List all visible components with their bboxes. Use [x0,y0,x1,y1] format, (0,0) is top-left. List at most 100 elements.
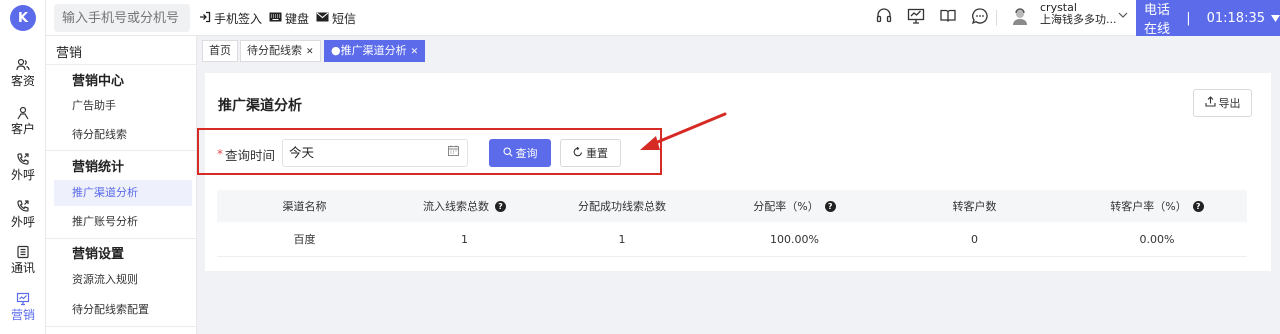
filter-form: * 查询时间 今天 查询 重置 [205,129,1271,177]
sidebar-group-center: 营销中心 [72,74,125,89]
monitor-chart-icon[interactable] [906,7,926,29]
col-assign-rate: 分配率（%）? [707,190,882,222]
headset-icon[interactable] [874,7,894,29]
caret-down-icon [1271,11,1280,26]
rail-item-label: 客资 [10,74,35,88]
tab-pending-leads[interactable]: 待分配线索 ✕ [240,40,321,62]
status-separator: | [1186,10,1191,26]
cell-assign-rate: 100.00% [770,232,819,246]
search-icon [502,146,513,160]
cell-inflow-total: 1 [461,232,468,246]
phone-out-icon [0,152,46,168]
reset-label: 重置 [586,147,608,160]
sidebar-item-lead-config[interactable]: 待分配线索配置 [54,297,192,323]
search-input[interactable] [54,4,190,32]
refresh-icon [573,146,583,160]
person-icon [0,106,46,122]
phone-out-icon [0,199,46,215]
rail-item-outbound-2[interactable]: 外呼 [0,199,46,230]
col-inflow-total: 流入线索总数? [392,190,537,222]
tab-bar: 首页 待分配线索 ✕ ●推广渠道分析 ✕ [197,36,1280,66]
keyboard-button[interactable]: 键盘 [269,10,309,27]
query-time-label: 查询时间 [225,148,276,163]
marketing-icon [0,292,46,308]
cell-convert-rate: 0.00% [1139,232,1175,246]
page-title: 推广渠道分析 [218,98,302,114]
help-icon[interactable]: ? [495,200,506,212]
table-row[interactable]: 百度 1 1 100.00% 0 0.00% [217,222,1247,257]
calendar-icon[interactable] [448,140,459,166]
sidebar-item-inflow-rules[interactable]: 资源流入规则 [54,267,192,293]
export-button[interactable]: 导出 [1193,89,1252,117]
tab-home[interactable]: 首页 [202,40,238,62]
top-tools [874,0,990,36]
call-timer: 01:18:35 [1206,10,1265,26]
sidebar-group-stats: 营销统计 [72,160,125,175]
col-convert-rate: 转客户率（%）? [1067,190,1247,222]
help-icon[interactable]: ? [824,200,836,212]
top-divider [996,10,997,26]
sidebar-divider [46,326,197,327]
sidebar-item-account-analysis[interactable]: 推广账号分析 [54,209,192,235]
sidebar-group-settings: 营销设置 [72,247,125,262]
query-button[interactable]: 查询 [489,139,551,167]
rail-item-contacts[interactable]: 通讯 [0,245,46,276]
call-status-label: 电话在线 [1144,3,1171,37]
rail-item-customers[interactable]: 客户 [0,106,46,137]
help-icon[interactable]: ? [1192,200,1204,212]
col-channel-name: 渠道名称 [282,200,327,213]
login-icon [199,11,211,26]
app-logo[interactable]: K [10,5,36,31]
user-org: 上海钱多多功... [1040,13,1117,26]
tab-channel-analysis[interactable]: ●推广渠道分析 ✕ [324,40,426,62]
user-info[interactable]: crystal 上海钱多多功... [1040,2,1117,26]
col-converted-count: 转客户数 [952,200,997,213]
rail-item-label: 客户 [10,122,35,136]
sidebar-divider [46,238,197,239]
rail-item-label: 通讯 [10,261,35,275]
book-icon[interactable] [938,7,958,29]
rail-item-label: 外呼 [10,215,35,229]
table-header: 渠道名称 流入线索总数? 分配成功线索总数 分配率（%）? 转客户数 转客户率（… [217,190,1247,222]
sidebar-divider [46,150,197,151]
col-assigned-total: 分配成功线索总数 [578,200,666,213]
sidebar-item-channel-analysis[interactable]: 推广渠道分析 [54,180,192,206]
sms-label: 短信 [332,11,357,26]
rail-item-label: 外呼 [10,168,35,182]
keyboard-icon [269,11,282,25]
top-actions: 手机签入 键盘 短信 [199,0,356,36]
users-icon [0,58,46,74]
cell-assigned-total: 1 [618,232,626,246]
chat-icon[interactable] [970,7,990,29]
tab-label: ●推广渠道分析 [331,44,407,57]
sidebar-divider [46,64,197,65]
phone-signin-label: 手机签入 [214,11,263,26]
channel-table: 渠道名称 流入线索总数? 分配成功线索总数 分配率（%）? 转客户数 转客户率（… [217,190,1247,257]
date-value: 今天 [289,145,315,160]
call-status-button[interactable]: 电话在线 | 01:18:35 [1136,0,1280,37]
export-label: 导出 [1218,97,1241,110]
date-picker-input[interactable]: 今天 [282,139,468,167]
required-mark: * [217,147,223,161]
sidebar-item-ad-assistant[interactable]: 广告助手 [54,93,192,119]
sidebar-item-pending-leads[interactable]: 待分配线索 [54,122,192,148]
left-rail: K 客资 客户 外呼 外呼 通讯 营销 [0,0,46,334]
top-bar: 手机签入 键盘 短信 crystal [46,0,1280,37]
phone-signin-button[interactable]: 手机签入 [199,10,262,27]
avatar[interactable] [1012,8,1028,26]
tab-label: 首页 [209,44,231,57]
sidebar-title: 营销 [56,46,83,61]
rail-item-marketing[interactable]: 营销 [0,292,46,323]
sms-button[interactable]: 短信 [316,10,356,27]
contacts-icon [0,245,46,261]
keyboard-label: 键盘 [285,11,310,26]
close-icon[interactable]: ✕ [411,47,419,57]
close-icon[interactable]: ✕ [306,47,314,57]
rail-item-label: 营销 [10,308,35,322]
chevron-down-icon[interactable] [1118,9,1128,22]
cell-channel-name: 百度 [293,233,316,246]
tab-label: 待分配线索 [247,44,302,57]
rail-item-leads[interactable]: 客资 [0,58,46,89]
reset-button[interactable]: 重置 [560,139,621,167]
rail-item-outbound[interactable]: 外呼 [0,152,46,183]
